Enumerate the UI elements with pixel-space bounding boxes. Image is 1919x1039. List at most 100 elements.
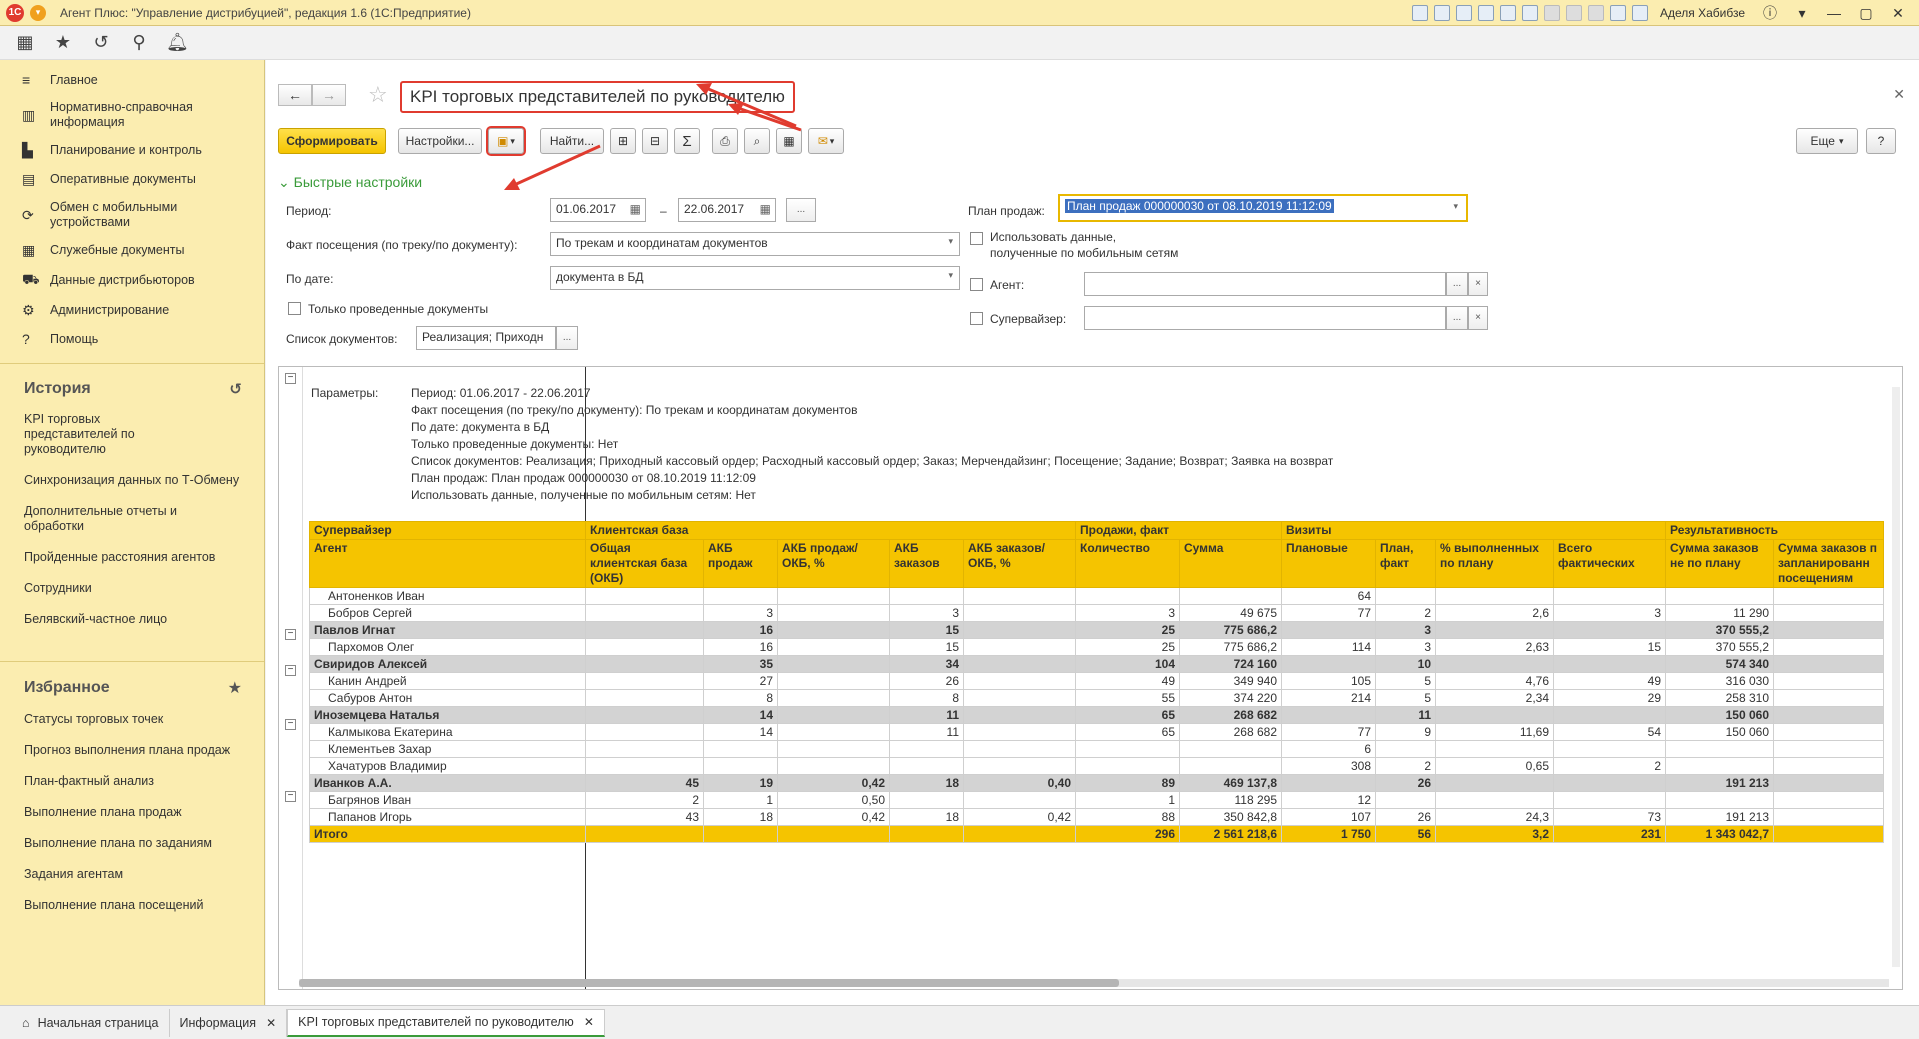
value-cell[interactable]	[1435, 791, 1554, 809]
value-cell[interactable]: 3	[1375, 621, 1436, 639]
value-cell[interactable]: 89	[1075, 774, 1180, 792]
value-cell[interactable]: 3	[889, 604, 964, 622]
chevron-down-icon[interactable]: ▾	[1453, 201, 1458, 212]
value-cell[interactable]	[963, 757, 1076, 775]
minimize-button[interactable]: —	[1821, 5, 1847, 21]
value-cell[interactable]	[1773, 723, 1884, 741]
doc-list-select-button[interactable]: ...	[556, 326, 578, 350]
value-cell[interactable]	[1553, 587, 1666, 605]
value-cell[interactable]	[1553, 706, 1666, 724]
value-cell[interactable]	[1665, 740, 1774, 758]
row-name-cell[interactable]: Антоненков Иван	[309, 587, 586, 605]
value-cell[interactable]: 150 060	[1665, 723, 1774, 741]
close-tab-icon[interactable]: ✕	[266, 1016, 276, 1030]
value-cell[interactable]: 9	[1375, 723, 1436, 741]
value-cell[interactable]	[777, 587, 890, 605]
memory-minus-icon[interactable]	[1587, 5, 1604, 21]
value-cell[interactable]	[585, 621, 704, 639]
value-cell[interactable]	[703, 740, 778, 758]
preview-icon[interactable]	[1455, 5, 1472, 21]
visit-fact-select[interactable]: По трекам и координатам документов ▾	[550, 232, 960, 256]
value-cell[interactable]: 105	[1281, 672, 1376, 690]
value-cell[interactable]: 118 295	[1179, 791, 1282, 809]
value-cell[interactable]: 77	[1281, 723, 1376, 741]
value-cell[interactable]: 34	[889, 655, 964, 673]
value-cell[interactable]: 77	[1281, 604, 1376, 622]
favorites-star-icon[interactable]: ★	[228, 678, 242, 698]
search-icon[interactable]: ⚲	[128, 32, 150, 53]
value-cell[interactable]	[963, 672, 1076, 690]
value-cell[interactable]: 150 060	[1665, 706, 1774, 724]
value-cell[interactable]	[889, 825, 964, 843]
help-button[interactable]: ?	[1866, 128, 1896, 154]
favorite-item[interactable]: Прогноз выполнения плана продаж	[0, 735, 264, 766]
value-cell[interactable]: 54	[1553, 723, 1666, 741]
value-cell[interactable]	[1773, 774, 1884, 792]
value-cell[interactable]	[777, 740, 890, 758]
value-cell[interactable]: 3	[1553, 604, 1666, 622]
supervisor-clear-button[interactable]: ×	[1468, 306, 1488, 330]
value-cell[interactable]: 26	[1375, 774, 1436, 792]
value-cell[interactable]: 268 682	[1179, 706, 1282, 724]
value-cell[interactable]	[963, 740, 1076, 758]
doc-list-field[interactable]: Реализация; Приходн	[416, 326, 556, 350]
value-cell[interactable]	[1553, 621, 1666, 639]
value-cell[interactable]: 5	[1375, 672, 1436, 690]
value-cell[interactable]	[963, 587, 1076, 605]
value-cell[interactable]: 24,3	[1435, 808, 1554, 826]
mobile-data-checkbox[interactable]	[970, 232, 983, 245]
value-cell[interactable]: 370 555,2	[1665, 638, 1774, 656]
value-cell[interactable]	[1281, 655, 1376, 673]
value-cell[interactable]: 26	[889, 672, 964, 690]
value-cell[interactable]: 11	[1375, 706, 1436, 724]
value-cell[interactable]: 11	[889, 723, 964, 741]
value-cell[interactable]	[1435, 706, 1554, 724]
value-cell[interactable]: 43	[585, 808, 704, 826]
collapse-group-icon[interactable]: −	[285, 719, 296, 730]
value-cell[interactable]	[585, 723, 704, 741]
back-button[interactable]: ←	[278, 84, 312, 106]
close-form-icon[interactable]: ✕	[1893, 86, 1905, 103]
value-cell[interactable]: 27	[703, 672, 778, 690]
value-cell[interactable]: 11	[889, 706, 964, 724]
horizontal-scrollbar[interactable]	[299, 979, 1889, 987]
sidebar-item-planning[interactable]: ▙ Планирование и контроль	[0, 136, 264, 165]
value-cell[interactable]	[1375, 740, 1436, 758]
save-icon[interactable]	[1411, 5, 1428, 21]
row-name-cell[interactable]: Сабуров Антон	[309, 689, 586, 707]
value-cell[interactable]	[585, 757, 704, 775]
value-cell[interactable]	[777, 825, 890, 843]
value-cell[interactable]: 35	[703, 655, 778, 673]
value-cell[interactable]: 49 675	[1179, 604, 1282, 622]
sidebar-item-documents[interactable]: ▤ Оперативные документы	[0, 165, 264, 194]
report-spreadsheet[interactable]: − Параметры: Период: 01.06.2017 - 22.06.…	[278, 366, 1903, 990]
history-item[interactable]: Синхронизация данных по Т-Обмену	[0, 465, 264, 496]
value-cell[interactable]: 107	[1281, 808, 1376, 826]
memory-plus-icon[interactable]	[1565, 5, 1582, 21]
row-name-cell[interactable]: Пархомов Олег	[309, 638, 586, 656]
close-button[interactable]: ✕	[1885, 5, 1911, 22]
value-cell[interactable]: 349 940	[1179, 672, 1282, 690]
value-cell[interactable]: 65	[1075, 706, 1180, 724]
zoom-icon[interactable]	[1609, 5, 1626, 21]
supervisor-field[interactable]	[1084, 306, 1446, 330]
value-cell[interactable]	[585, 689, 704, 707]
value-cell[interactable]: 2,34	[1435, 689, 1554, 707]
value-cell[interactable]	[1773, 808, 1884, 826]
value-cell[interactable]	[585, 655, 704, 673]
value-cell[interactable]: 15	[889, 638, 964, 656]
favorite-item[interactable]: Статусы торговых точек	[0, 704, 264, 735]
value-cell[interactable]: 3	[703, 604, 778, 622]
chevron-down-icon[interactable]: ▾	[948, 236, 953, 247]
sales-plan-select[interactable]: План продаж 000000030 от 08.10.2019 11:1…	[1058, 194, 1468, 222]
memory-m-icon[interactable]	[1543, 5, 1560, 21]
value-cell[interactable]: 0,65	[1435, 757, 1554, 775]
scroll-thumb[interactable]	[299, 979, 1119, 987]
favorite-star-icon[interactable]: ☆	[368, 82, 388, 108]
value-cell[interactable]: 1	[1075, 791, 1180, 809]
value-cell[interactable]: 56	[1375, 825, 1436, 843]
value-cell[interactable]	[963, 706, 1076, 724]
favorite-item[interactable]: Выполнение плана по заданиям	[0, 828, 264, 859]
value-cell[interactable]	[1773, 706, 1884, 724]
value-cell[interactable]: 1 343 042,7	[1665, 825, 1774, 843]
